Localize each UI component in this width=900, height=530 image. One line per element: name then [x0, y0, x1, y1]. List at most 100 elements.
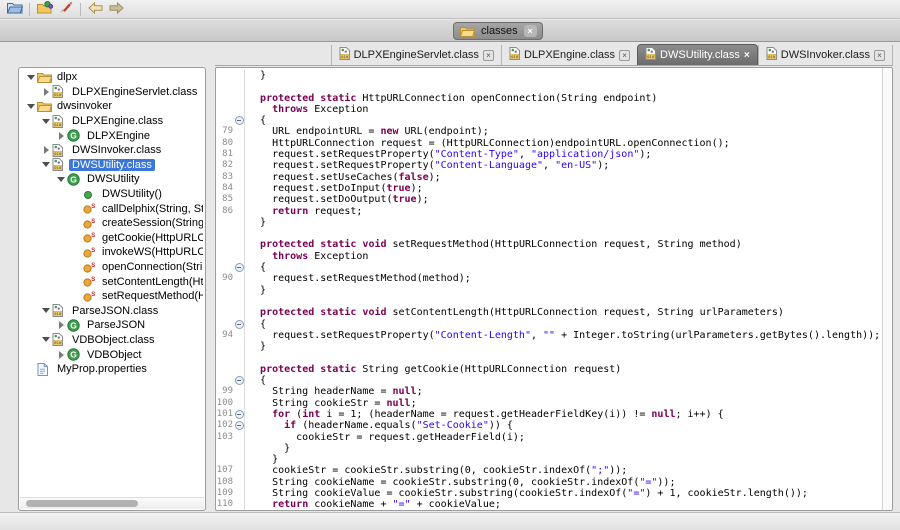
fold-collapse-icon[interactable] — [234, 420, 245, 431]
fold-gutter — [234, 364, 245, 375]
line-number: 80 — [216, 138, 233, 149]
editor-tab-dlpxengineservlet-class[interactable]: 010DLPXEngineServlet.class× — [331, 45, 501, 65]
expand-arrow-icon[interactable] — [55, 132, 67, 140]
class-file-icon: 010 — [52, 144, 67, 157]
tree-item-label: DWSInvoker.class — [69, 144, 164, 156]
code-text: } — [245, 443, 290, 454]
triangle-glyph — [44, 88, 49, 96]
collapse-minus-glyph — [235, 410, 244, 419]
tree-item-dwsinvoker[interactable]: dwsinvoker — [19, 99, 203, 114]
tree-item-setcontentlength-http[interactable]: SsetContentLength(Http — [19, 274, 203, 289]
tree-item-label: invokeWS(HttpURLConn — [99, 246, 203, 258]
open-type-button[interactable] — [34, 1, 55, 18]
scrollbar-thumb[interactable] — [26, 500, 138, 507]
expand-arrow-icon[interactable] — [55, 321, 67, 329]
static-method-icon: S — [82, 290, 97, 303]
code-editor-panel[interactable]: } protected static HttpURLConnection ope… — [215, 67, 893, 511]
collapse-minus-glyph — [235, 421, 244, 430]
fold-collapse-icon[interactable] — [234, 375, 245, 386]
tree-item-dlpxengine[interactable]: GDLPXEngine — [19, 128, 203, 143]
close-icon[interactable]: × — [483, 50, 494, 61]
fold-collapse-icon[interactable] — [234, 262, 245, 273]
open-file-button[interactable] — [4, 1, 25, 18]
tree-item-openconnection-string-[interactable]: SopenConnection(String) — [19, 260, 203, 275]
fold-collapse-icon[interactable] — [234, 319, 245, 330]
tree-item-dwsutility[interactable]: GDWSUtility — [19, 172, 203, 187]
tree-item-dwsutility-[interactable]: DWSUtility() — [19, 187, 203, 202]
editor-tab-dlpxengine-class[interactable]: 010DLPXEngine.class× — [501, 45, 637, 65]
svg-text:G: G — [70, 350, 77, 360]
collapse-arrow-icon[interactable] — [40, 119, 52, 124]
triangle-glyph — [42, 119, 50, 124]
collapse-arrow-icon[interactable] — [40, 337, 52, 342]
tree-item-vdbobject[interactable]: GVDBObject — [19, 347, 203, 362]
svg-text:010: 010 — [341, 54, 349, 59]
collapse-arrow-icon[interactable] — [25, 75, 37, 80]
tree-item-invokews-httpurlconn[interactable]: SinvokeWS(HttpURLConn — [19, 245, 203, 260]
code-text: protected static void setRequestMethod(H… — [245, 239, 742, 250]
static-method-icon: S — [82, 261, 97, 274]
fold-collapse-icon[interactable] — [234, 409, 245, 420]
fold-collapse-icon[interactable] — [234, 115, 245, 126]
tree-item-dwsinvoker-class[interactable]: 010DWSInvoker.class — [19, 143, 203, 158]
close-icon[interactable]: × — [874, 50, 885, 61]
collapse-arrow-icon[interactable] — [55, 177, 67, 182]
paintbrush-button[interactable] — [55, 1, 76, 18]
tree-item-parsejson-class[interactable]: 010 ParseJSON.class — [19, 304, 203, 319]
tree-item-vdbobject-class[interactable]: 010VDBObject.class — [19, 333, 203, 348]
tree-item-parsejson[interactable]: GParseJSON — [19, 318, 203, 333]
close-icon[interactable]: × — [524, 25, 537, 37]
tree-item-label: dlpx — [54, 71, 80, 83]
code-line: 86 return request; — [216, 206, 882, 217]
expand-arrow-icon[interactable] — [55, 351, 67, 359]
code-area[interactable]: } protected static HttpURLConnection ope… — [216, 70, 882, 511]
back-button[interactable] — [85, 1, 106, 18]
svg-text:010: 010 — [54, 311, 62, 316]
code-line: { — [216, 319, 882, 330]
tree-item-createsession-string-st[interactable]: ScreateSession(String, St — [19, 216, 203, 231]
expand-arrow-icon[interactable] — [40, 88, 52, 96]
tree-item-getcookie-httpurlcon[interactable]: SgetCookie(HttpURLCon — [19, 231, 203, 246]
svg-text:010: 010 — [54, 340, 62, 345]
editor-tab-dwsinvoker-class[interactable]: 010DWSInvoker.class× — [758, 45, 893, 65]
line-number: 84 — [216, 183, 233, 194]
expand-arrow-icon[interactable] — [40, 146, 52, 154]
tree-item-dwsutility-class[interactable]: 010DWSUtility.class — [19, 158, 203, 173]
code-text: String headerName = null; — [245, 386, 423, 397]
code-line: 101 for (int i = 1; (headerName = reques… — [216, 409, 882, 420]
editor-vertical-scrollbar[interactable] — [882, 68, 892, 510]
tree-item-dlpx[interactable]: dlpx — [19, 70, 203, 85]
tree-item-dlpxengineservlet-class[interactable]: 010DLPXEngineServlet.class — [19, 85, 203, 100]
tree-item-myprop-properties[interactable]: MyProp.properties — [19, 362, 203, 377]
svg-text:S: S — [91, 263, 95, 269]
folder-icon — [37, 100, 52, 113]
tree-item-label: ParseJSON.class — [69, 305, 161, 317]
line-number: 110 — [216, 499, 233, 510]
code-line: protected static HttpURLConnection openC… — [216, 93, 882, 104]
static-method-icon: S — [82, 217, 97, 230]
svg-text:010: 010 — [647, 54, 655, 59]
tree-horizontal-scrollbar[interactable] — [20, 497, 204, 509]
forward-button[interactable] — [106, 1, 127, 18]
editor-tab-dwsutility-class[interactable]: 010DWSUtility.class× — [637, 44, 758, 65]
code-text: if (headerName.equals("Set-Cookie")) { — [245, 420, 513, 431]
triangle-glyph — [42, 308, 50, 313]
collapse-arrow-icon[interactable] — [40, 308, 52, 313]
tree-item-label: DWSUtility — [84, 173, 143, 185]
close-icon[interactable]: × — [744, 50, 750, 61]
main-tab-classes[interactable]: classes × — [453, 22, 543, 40]
collapse-arrow-icon[interactable] — [40, 162, 52, 167]
tree-item-dlpxengine-class[interactable]: 010DLPXEngine.class — [19, 114, 203, 129]
open-type-icon — [37, 1, 53, 17]
close-icon[interactable]: × — [619, 50, 630, 61]
tree-item-calldelphix-string-strin[interactable]: ScallDelphix(String, Strin — [19, 201, 203, 216]
tree-item-label: DLPXEngineServlet.class — [69, 86, 200, 98]
class-icon: G — [67, 173, 82, 186]
tree-item-setrequestmethod-http[interactable]: SsetRequestMethod(Http — [19, 289, 203, 304]
code-line: 80 HttpURLConnection request = (HttpURLC… — [216, 138, 882, 149]
svg-text:010: 010 — [54, 121, 62, 126]
code-text: protected static String getCookie(HttpUR… — [245, 364, 621, 375]
code-text: throws Exception — [245, 104, 368, 115]
folder-icon — [460, 25, 475, 38]
collapse-arrow-icon[interactable] — [25, 104, 37, 109]
